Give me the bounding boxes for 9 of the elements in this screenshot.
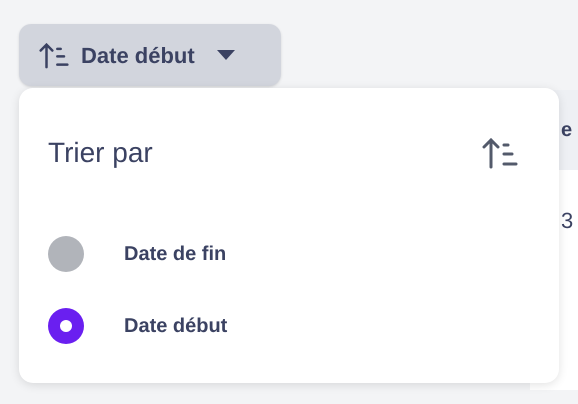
dropdown-title: Trier par (48, 136, 153, 170)
sort-option[interactable]: Date début (48, 308, 530, 344)
sort-ascending-icon (39, 42, 69, 68)
sort-ascending-icon (482, 137, 518, 169)
radio-button[interactable] (48, 308, 84, 344)
sort-button[interactable]: Date début (19, 24, 281, 86)
radio-button[interactable] (48, 236, 84, 272)
caret-down-icon (216, 50, 235, 60)
sort-option[interactable]: Date de fin (48, 236, 530, 272)
